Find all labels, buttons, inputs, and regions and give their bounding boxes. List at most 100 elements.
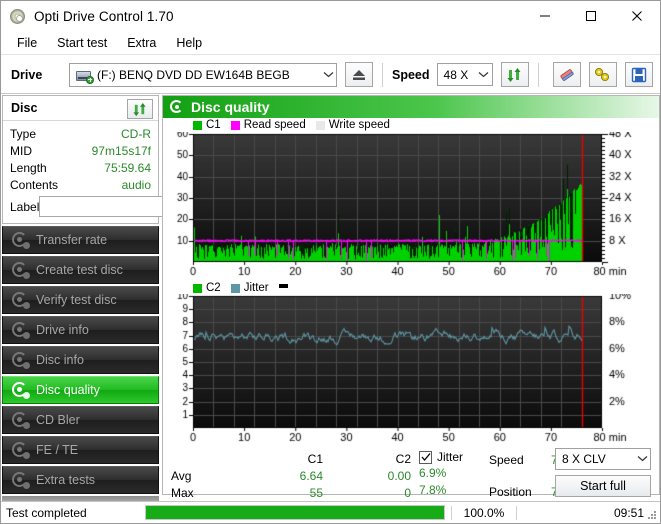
legend-swatch-write-speed: [315, 120, 325, 130]
sidebar-item-verify-test-disc[interactable]: Verify test disc: [2, 286, 159, 314]
title-bar: Opti Drive Control 1.70: [1, 1, 660, 31]
nav-list: Transfer rate Create test disc Verify te…: [2, 226, 159, 523]
speed-label: Speed: [392, 67, 430, 82]
stats-col-c1: C1: [307, 451, 323, 466]
c2-jitter-chart[interactable]: [163, 294, 659, 446]
disc-value-type: CD-R: [121, 126, 151, 141]
stats-row-label: Avg: [171, 468, 192, 483]
disc-key-contents: Contents: [10, 177, 59, 192]
chevron-down-icon: [320, 69, 336, 81]
sidebar-item-drive-info[interactable]: Drive info: [2, 316, 159, 344]
stats-max-c1: 55: [309, 485, 323, 500]
disc-quality-icon: [10, 380, 30, 400]
jitter-checkbox-label: Jitter: [437, 450, 464, 464]
sidebar-item-create-test-disc[interactable]: Create test disc: [2, 256, 159, 284]
tools-button[interactable]: [588, 62, 617, 87]
status-text: Test completed: [6, 505, 87, 520]
eject-icon: [353, 69, 365, 80]
sidebar-item-cd-bler[interactable]: CD Bler: [2, 406, 159, 434]
refresh-button[interactable]: [500, 62, 529, 87]
write-strategy-select[interactable]: 8 X CLV: [555, 448, 651, 470]
speed-stat-label: Speed: [489, 452, 524, 467]
menu-bar: File Start test Extra Help: [1, 31, 660, 55]
disc-refresh-button[interactable]: [127, 99, 153, 119]
speed-select[interactable]: 48 X: [436, 63, 493, 86]
jitter-max: 7.8%: [419, 483, 447, 497]
save-icon: [631, 67, 646, 82]
chevron-down-icon: [476, 69, 492, 81]
sidebar-item-label: Extra tests: [36, 473, 96, 487]
toolbar-separator-2: [537, 62, 539, 87]
legend-label-c1: C1: [206, 119, 221, 131]
page-title: Disc quality: [191, 99, 270, 115]
window-controls: [522, 1, 660, 30]
sidebar-item-label: Verify test disc: [36, 293, 117, 307]
sidebar-item-disc-info[interactable]: Disc info: [2, 346, 159, 374]
maximize-button[interactable]: [568, 1, 614, 30]
disc-key-length: Length: [10, 160, 47, 175]
disc-label-key: Label: [10, 199, 40, 214]
disc-panel-title: Disc: [11, 101, 38, 115]
disc-key-type: Type: [10, 126, 37, 141]
sidebar-item-fe-te[interactable]: FE / TE: [2, 436, 159, 464]
resize-grip-icon[interactable]: [646, 509, 657, 520]
chart1-legend: C1 Read speed Write speed: [163, 118, 659, 132]
tools-icon: [594, 67, 609, 81]
menu-item-start-test[interactable]: Start test: [48, 33, 116, 53]
c1-chart-canvas[interactable]: [163, 132, 659, 280]
sidebar-item-label: Transfer rate: [36, 233, 108, 247]
left-sidebar: Disc Type CD-R MID 97m15s17f Length 75:5…: [2, 95, 247, 523]
jitter-checkbox-row[interactable]: Jitter: [419, 448, 489, 466]
optical-drive-icon: [75, 67, 94, 84]
disc-drive-icon: [10, 320, 30, 340]
disc-label-row: Label: [3, 193, 247, 223]
disc-verify-icon: [10, 290, 30, 310]
sidebar-item-label: Disc info: [36, 353, 84, 367]
close-button[interactable]: [614, 1, 660, 30]
drive-select-value: (F:) BENQ DVD DD EW164B BEGB: [97, 67, 290, 82]
disc-value-length: 75:59.64: [104, 160, 151, 175]
stats-col-c2: C2: [395, 451, 411, 466]
jitter-checkbox[interactable]: [419, 450, 432, 464]
disc-key-mid: MID: [10, 143, 32, 158]
start-full-button[interactable]: Start full: [555, 475, 651, 497]
disc-panel: Disc Type CD-R MID 97m15s17f Length 75:5…: [2, 95, 247, 224]
window-title: Opti Drive Control 1.70: [34, 8, 174, 24]
sidebar-item-label: FE / TE: [36, 443, 79, 457]
legend-label-read-speed: Read speed: [243, 119, 306, 131]
disc-icon: [10, 8, 27, 25]
c2-chart-canvas[interactable]: [163, 294, 659, 446]
c1-read-speed-chart[interactable]: [163, 132, 659, 280]
disc-extra-icon: [10, 470, 30, 490]
legend-swatch-c2: [193, 283, 202, 293]
stats-avg-c1: 6.64: [299, 468, 323, 483]
eraser-icon: [560, 68, 574, 81]
sidebar-item-label: Disc quality: [36, 383, 100, 397]
save-button[interactable]: [624, 62, 653, 87]
menu-item-file[interactable]: File: [8, 33, 46, 53]
sidebar-item-extra-tests[interactable]: Extra tests: [2, 466, 159, 494]
legend-marker-icon: [278, 283, 288, 288]
stats-header-row: C1 C2: [171, 450, 421, 467]
disc-fete-icon: [10, 440, 30, 460]
stats-max-c2: 0: [404, 485, 411, 500]
minimize-button[interactable]: [522, 1, 568, 30]
disc-bler-icon: [10, 410, 30, 430]
check-icon: [421, 453, 430, 462]
disc-row-length: Length 75:59.64: [3, 159, 158, 176]
disc-info-icon: [10, 350, 30, 370]
progress-bar: [145, 505, 445, 520]
jitter-stats: Jitter 6.9% 7.8%: [419, 448, 489, 500]
disc-create-icon: [10, 260, 30, 280]
disc-quality-icon: [169, 99, 185, 115]
erase-button[interactable]: [552, 62, 581, 87]
disc-row-mid: MID 97m15s17f: [3, 142, 158, 159]
sidebar-item-transfer-rate[interactable]: Transfer rate: [2, 226, 159, 254]
menu-item-extra[interactable]: Extra: [118, 33, 165, 53]
position-stat-label: Position: [489, 484, 532, 499]
eject-button[interactable]: [345, 62, 373, 87]
legend-swatch-jitter: [230, 283, 240, 293]
sidebar-item-disc-quality[interactable]: Disc quality: [2, 376, 159, 404]
drive-select[interactable]: (F:) BENQ DVD DD EW164B BEGB: [69, 62, 337, 87]
menu-item-help[interactable]: Help: [167, 33, 211, 53]
